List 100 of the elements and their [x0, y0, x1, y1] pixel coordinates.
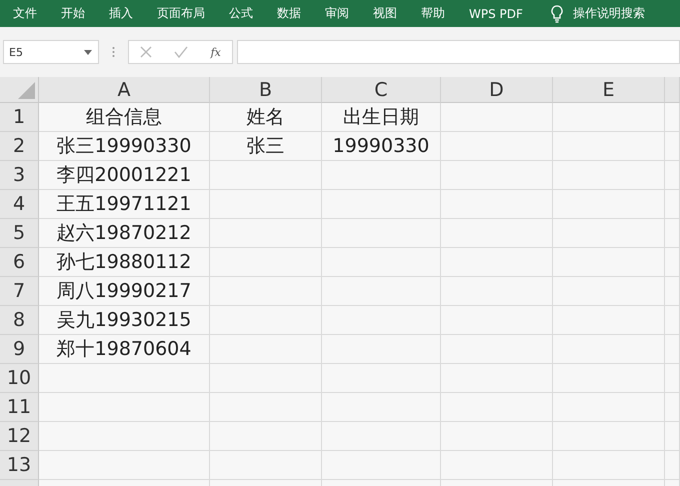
table-cell[interactable] — [553, 364, 665, 393]
table-cell[interactable] — [39, 451, 210, 480]
table-cell[interactable] — [665, 364, 680, 393]
table-cell[interactable] — [322, 422, 441, 451]
ribbon-tab[interactable]: 开始 — [61, 5, 85, 22]
table-cell[interactable] — [322, 335, 441, 364]
ribbon-tab[interactable]: 数据 — [277, 5, 301, 22]
table-cell[interactable] — [665, 393, 680, 422]
row-header[interactable]: 3 — [0, 161, 39, 190]
tell-me-search[interactable]: 操作说明搜索 — [572, 5, 645, 22]
table-cell[interactable] — [553, 190, 665, 219]
table-cell[interactable] — [441, 364, 553, 393]
table-cell[interactable] — [210, 364, 322, 393]
table-cell[interactable] — [553, 277, 665, 306]
table-cell[interactable] — [553, 161, 665, 190]
table-cell[interactable] — [553, 306, 665, 335]
table-cell[interactable] — [441, 248, 553, 277]
row-header[interactable]: 7 — [0, 277, 39, 306]
row-header[interactable]: 11 — [0, 393, 39, 422]
insert-function-button[interactable]: fx — [210, 46, 221, 58]
ribbon-tab[interactable]: 审阅 — [325, 5, 349, 22]
table-cell[interactable] — [210, 451, 322, 480]
table-cell[interactable] — [441, 451, 553, 480]
row-header[interactable]: 10 — [0, 364, 39, 393]
table-cell[interactable]: 姓名 — [210, 103, 322, 132]
table-cell[interactable] — [210, 248, 322, 277]
table-cell[interactable] — [441, 161, 553, 190]
table-cell[interactable] — [441, 306, 553, 335]
table-cell[interactable] — [665, 248, 680, 277]
table-cell[interactable] — [553, 248, 665, 277]
table-cell[interactable]: 出生日期 — [322, 103, 441, 132]
table-cell[interactable] — [322, 393, 441, 422]
table-cell[interactable]: 赵六19870212 — [39, 219, 210, 248]
table-cell[interactable] — [322, 277, 441, 306]
check-icon[interactable] — [174, 46, 188, 58]
table-cell[interactable]: 李四20001221 — [39, 161, 210, 190]
table-cell[interactable] — [665, 132, 680, 161]
table-cell[interactable] — [665, 219, 680, 248]
table-cell[interactable] — [441, 132, 553, 161]
row-header[interactable]: 5 — [0, 219, 39, 248]
column-header[interactable]: D — [441, 77, 553, 103]
table-cell[interactable] — [553, 219, 665, 248]
table-cell[interactable] — [665, 422, 680, 451]
column-header[interactable]: B — [210, 77, 322, 103]
row-header[interactable]: 12 — [0, 422, 39, 451]
row-header[interactable]: 6 — [0, 248, 39, 277]
ribbon-tab[interactable]: 文件 — [13, 5, 37, 22]
table-cell[interactable] — [441, 393, 553, 422]
ribbon-tab[interactable]: 帮助 — [421, 5, 445, 22]
table-cell[interactable]: 19990330 — [322, 132, 441, 161]
column-header[interactable]: A — [39, 77, 210, 103]
table-cell[interactable] — [553, 451, 665, 480]
table-cell[interactable]: 张三 — [210, 132, 322, 161]
table-cell[interactable] — [441, 277, 553, 306]
ribbon-tab[interactable]: 公式 — [229, 5, 253, 22]
table-cell[interactable] — [210, 277, 322, 306]
table-cell[interactable]: 周八19990217 — [39, 277, 210, 306]
table-cell[interactable] — [322, 219, 441, 248]
table-cell[interactable] — [441, 335, 553, 364]
table-cell[interactable] — [322, 161, 441, 190]
table-cell[interactable]: 张三19990330 — [39, 132, 210, 161]
name-box[interactable]: E5 — [3, 40, 99, 64]
table-cell[interactable] — [39, 422, 210, 451]
table-cell[interactable]: 王五19971121 — [39, 190, 210, 219]
table-cell[interactable]: 郑十19870604 — [39, 335, 210, 364]
select-all-button[interactable] — [0, 77, 39, 103]
row-header[interactable]: 9 — [0, 335, 39, 364]
table-cell[interactable] — [553, 132, 665, 161]
column-header[interactable]: C — [322, 77, 441, 103]
table-cell[interactable] — [665, 335, 680, 364]
table-cell[interactable] — [665, 451, 680, 480]
table-cell[interactable] — [665, 190, 680, 219]
row-header[interactable]: 13 — [0, 451, 39, 480]
column-header[interactable] — [665, 77, 680, 103]
table-cell[interactable] — [210, 190, 322, 219]
table-cell[interactable] — [322, 190, 441, 219]
table-cell[interactable] — [441, 422, 553, 451]
formula-input[interactable] — [237, 40, 680, 64]
table-cell[interactable] — [210, 393, 322, 422]
column-header[interactable]: E — [553, 77, 665, 103]
table-cell[interactable] — [210, 219, 322, 248]
cancel-icon[interactable] — [140, 46, 152, 58]
ribbon-tab[interactable]: 插入 — [109, 5, 133, 22]
row-header[interactable]: 1 — [0, 103, 39, 132]
row-header[interactable]: 4 — [0, 190, 39, 219]
table-cell[interactable] — [322, 248, 441, 277]
table-cell[interactable] — [553, 335, 665, 364]
table-cell[interactable] — [665, 306, 680, 335]
table-cell[interactable] — [553, 393, 665, 422]
ribbon-tab[interactable]: 视图 — [373, 5, 397, 22]
table-cell[interactable] — [665, 161, 680, 190]
table-cell[interactable] — [553, 422, 665, 451]
table-cell[interactable] — [665, 103, 680, 132]
table-cell[interactable] — [210, 161, 322, 190]
table-cell[interactable] — [322, 306, 441, 335]
row-header[interactable]: 8 — [0, 306, 39, 335]
table-cell[interactable] — [322, 364, 441, 393]
table-cell[interactable] — [553, 103, 665, 132]
table-cell[interactable] — [322, 451, 441, 480]
row-header[interactable]: 2 — [0, 132, 39, 161]
